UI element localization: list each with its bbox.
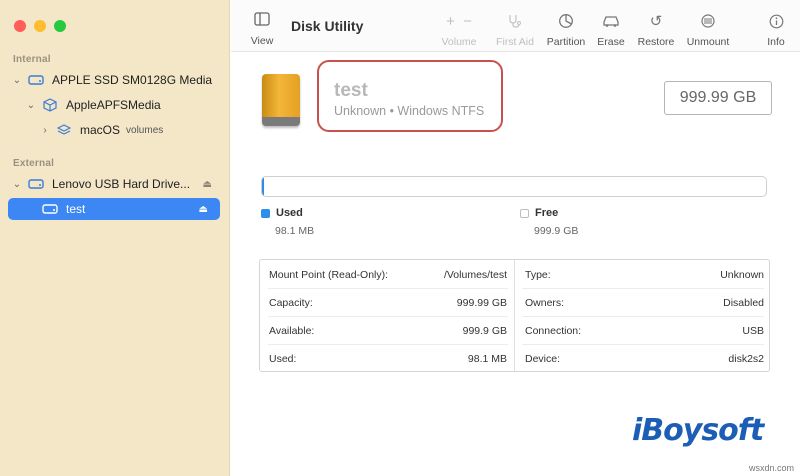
chevron-down-icon[interactable]: ⌄ — [26, 100, 36, 111]
sidebar-item-label: APPLE SSD SM0128G Media — [52, 73, 213, 87]
zoom-button[interactable] — [54, 20, 66, 32]
info-button[interactable]: Info — [761, 12, 791, 48]
sidebar-item-apple-ssd[interactable]: ⌄ APPLE SSD SM0128G Media — [12, 69, 224, 91]
volume-format: Unknown • Windows NTFS — [334, 104, 485, 118]
info-key: Type: — [525, 268, 551, 281]
info-row-capacity: Capacity: 999.99 GB — [269, 289, 507, 316]
view-button[interactable]: View — [249, 12, 275, 47]
info-key: Mount Point (Read-Only): — [269, 268, 389, 281]
stethoscope-icon — [491, 12, 539, 30]
sidebar-item-macos[interactable]: › macOS volumes — [40, 119, 163, 141]
info-label: Info — [767, 36, 785, 48]
info-key: Owners: — [525, 296, 565, 309]
plus-minus-icon: + − — [446, 12, 472, 30]
sidebar-toggle-icon — [249, 12, 275, 30]
info-row-available: Available: 999.9 GB — [269, 317, 507, 344]
volume-name: test — [334, 80, 368, 101]
restore-button[interactable]: ↺ Restore — [634, 12, 678, 48]
restore-icon: ↺ — [649, 13, 663, 30]
sidebar-item-apfs-media[interactable]: ⌄ AppleAPFSMedia — [26, 94, 161, 116]
info-value: 999.99 GB — [456, 296, 507, 309]
window-title: Disk Utility — [291, 18, 364, 34]
info-row-device: Device: disk2s2 — [525, 345, 764, 372]
eject-icon[interactable]: ⏏ — [199, 204, 208, 215]
drive-icon — [42, 202, 58, 216]
sidebar-item-suffix: volumes — [126, 124, 164, 136]
info-table: Mount Point (Read-Only): /Volumes/test C… — [259, 259, 770, 372]
info-value: Unknown — [720, 268, 764, 281]
external-disk-icon — [262, 74, 300, 126]
unmount-icon — [683, 12, 733, 30]
toolbar: View Disk Utility + − Volume First Aid P… — [231, 0, 800, 52]
sidebar: Internal ⌄ APPLE SSD SM0128G Media ⌄ App… — [0, 0, 230, 476]
eject-icon[interactable]: ⏏ — [203, 179, 212, 190]
erase-button[interactable]: Erase — [593, 12, 629, 48]
erase-car-icon — [593, 12, 629, 30]
first-aid-label: First Aid — [496, 36, 534, 48]
info-row-used: Used: 98.1 MB — [269, 345, 507, 372]
chevron-down-icon[interactable]: ⌄ — [12, 179, 22, 190]
info-key: Device: — [525, 352, 561, 365]
minimize-button[interactable] — [34, 20, 46, 32]
sidebar-item-lenovo-usb[interactable]: ⌄ Lenovo USB Hard Drive... ⏏ — [12, 173, 224, 195]
info-value: disk2s2 — [728, 352, 764, 365]
hard-drive-icon — [28, 73, 44, 87]
sidebar-item-label: test — [66, 202, 86, 216]
cube-container-icon — [42, 98, 58, 112]
sidebar-item-label: AppleAPFSMedia — [66, 98, 161, 112]
legend-free: Free — [520, 207, 558, 219]
free-value: 999.9 GB — [534, 225, 579, 237]
partition-button[interactable]: Partition — [542, 12, 590, 48]
first-aid-button[interactable]: First Aid — [491, 12, 539, 48]
window-controls — [14, 20, 66, 32]
info-row-connection: Connection: USB — [525, 317, 764, 344]
info-value: 98.1 MB — [467, 352, 507, 365]
info-value: Disabled — [723, 296, 764, 309]
chevron-right-icon[interactable]: › — [40, 125, 50, 136]
close-button[interactable] — [14, 20, 26, 32]
info-value: USB — [742, 324, 764, 337]
sidebar-item-label: macOS — [80, 123, 121, 137]
used-swatch — [261, 208, 270, 218]
volume-size: 999.99 GB — [664, 81, 772, 115]
pie-partition-icon — [542, 12, 590, 30]
usage-bar-fill — [262, 177, 264, 196]
free-swatch — [520, 208, 529, 218]
sidebar-item-label: Lenovo USB Hard Drive... — [52, 177, 191, 191]
chevron-down-icon[interactable]: ⌄ — [12, 75, 22, 86]
layers-icon — [56, 123, 72, 137]
unmount-label: Unmount — [686, 36, 730, 48]
info-key: Used: — [269, 352, 297, 365]
info-key: Capacity: — [269, 296, 313, 309]
free-label: Free — [535, 207, 559, 219]
used-value: 98.1 MB — [275, 225, 315, 237]
restore-label: Restore — [637, 36, 675, 48]
volume-button[interactable]: + − Volume — [439, 12, 479, 49]
erase-label: Erase — [597, 36, 625, 48]
info-row-type: Type: Unknown — [525, 261, 764, 288]
usage-bar — [261, 176, 767, 197]
sidebar-item-test[interactable]: test ⏏ — [8, 198, 220, 220]
info-key: Connection: — [525, 324, 582, 337]
section-internal: Internal — [13, 54, 51, 65]
info-value: /Volumes/test — [443, 268, 507, 281]
info-icon — [761, 12, 791, 30]
section-external: External — [13, 158, 55, 169]
hard-drive-icon — [28, 177, 44, 191]
used-label: Used — [276, 207, 303, 219]
legend-used: Used — [261, 207, 303, 219]
info-key: Available: — [269, 324, 315, 337]
view-label: View — [250, 35, 274, 47]
site-watermark: wsxdn.com — [748, 463, 794, 473]
partition-label: Partition — [546, 36, 586, 48]
info-value: 999.9 GB — [462, 324, 507, 337]
brand-watermark: iBoysoft — [632, 413, 764, 448]
volume-label: Volume — [441, 36, 477, 48]
info-row-mount-point: Mount Point (Read-Only): /Volumes/test — [269, 261, 507, 288]
unmount-button[interactable]: Unmount — [683, 12, 733, 48]
info-row-owners: Owners: Disabled — [525, 289, 764, 316]
